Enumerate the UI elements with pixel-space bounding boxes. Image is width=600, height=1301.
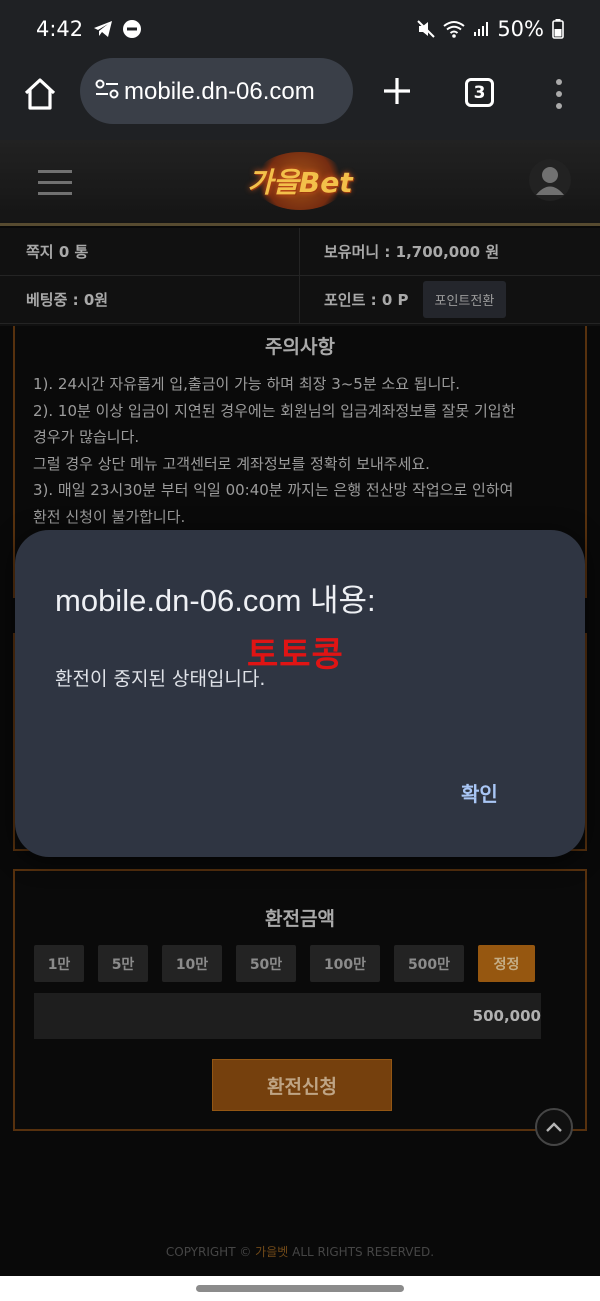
browser-toolbar: mobile.dn-06.com 3 xyxy=(0,58,600,140)
status-bar: 4:42 50% xyxy=(0,0,600,58)
plus-icon[interactable] xyxy=(380,74,414,108)
dialog-ok-button[interactable]: 확인 xyxy=(461,778,498,807)
dialog-message: 환전이 중지된 상태입니다. xyxy=(55,668,266,690)
tab-switcher-button[interactable]: 3 xyxy=(465,78,494,107)
wifi-icon xyxy=(443,20,465,38)
logo-text: 가을Bet xyxy=(247,166,353,199)
battery-percent: 50% xyxy=(497,17,544,41)
do-not-disturb-icon xyxy=(123,20,142,38)
more-vert-icon[interactable] xyxy=(552,76,566,112)
alert-dialog: mobile.dn-06.com 내용: 토토콩 환전이 중지된 상태입니다. … xyxy=(15,530,585,857)
status-time: 4:42 xyxy=(36,17,84,41)
gesture-nav-bar xyxy=(0,1276,600,1301)
url-text: mobile.dn-06.com xyxy=(124,78,315,105)
home-icon[interactable] xyxy=(22,76,58,112)
dialog-title: mobile.dn-06.com 내용: xyxy=(55,583,376,618)
signal-icon xyxy=(473,21,489,37)
site-settings-icon[interactable] xyxy=(94,79,120,103)
battery-icon xyxy=(552,19,564,39)
home-handle[interactable] xyxy=(196,1285,404,1292)
telegram-icon xyxy=(93,20,113,38)
address-bar[interactable]: mobile.dn-06.com xyxy=(80,58,353,124)
mute-icon xyxy=(417,20,436,38)
